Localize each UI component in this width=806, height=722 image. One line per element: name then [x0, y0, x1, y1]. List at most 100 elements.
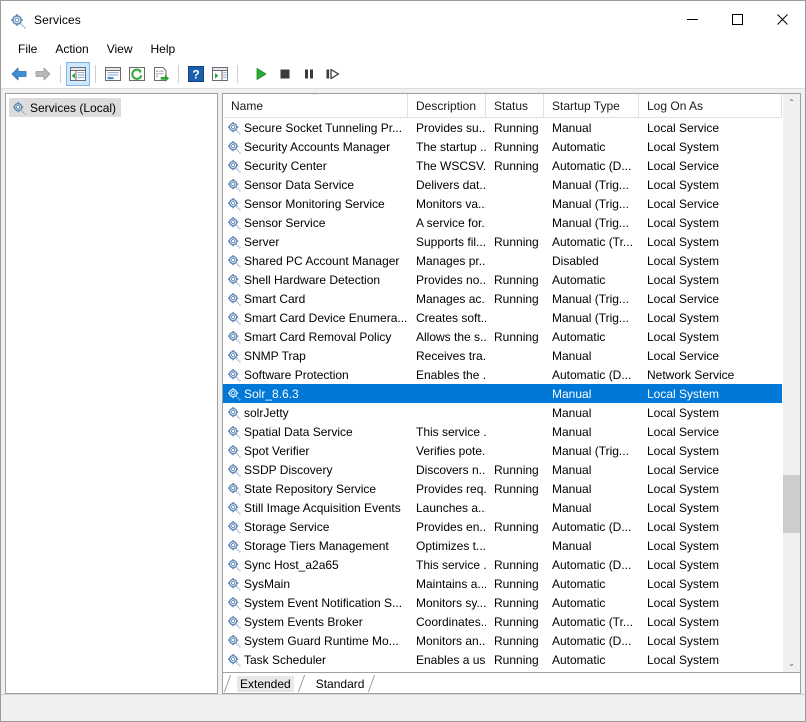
- close-button[interactable]: [760, 1, 805, 38]
- cell-name: SSDP Discovery: [223, 463, 408, 477]
- table-row[interactable]: Security CenterThe WSCSV...RunningAutoma…: [223, 156, 782, 175]
- menu-help[interactable]: Help: [142, 39, 185, 60]
- cell-logon: Local System: [639, 444, 782, 458]
- pause-service-icon[interactable]: [297, 62, 321, 86]
- service-gear-icon: [227, 197, 241, 211]
- menu-action[interactable]: Action: [46, 39, 97, 60]
- start-service-icon[interactable]: [249, 62, 273, 86]
- table-row[interactable]: Task SchedulerEnables a us...RunningAuto…: [223, 650, 782, 669]
- cell-name: solrJetty: [223, 406, 408, 420]
- cell-logon: Local Service: [639, 121, 782, 135]
- cell-status: Running: [486, 463, 544, 477]
- table-row[interactable]: State Repository ServiceProvides req...R…: [223, 479, 782, 498]
- service-gear-icon: [227, 178, 241, 192]
- cell-logon: Local System: [639, 140, 782, 154]
- table-row[interactable]: Solr_8.6.3ManualLocal System: [223, 384, 782, 403]
- show-action-pane-icon[interactable]: [208, 62, 232, 86]
- table-row[interactable]: Sensor ServiceA service for...Manual (Tr…: [223, 213, 782, 232]
- table-row[interactable]: Secure Socket Tunneling Pr...Provides su…: [223, 118, 782, 137]
- table-row[interactable]: Shared PC Account ManagerManages pr...Di…: [223, 251, 782, 270]
- table-row[interactable]: Sync Host_a2a65This service ...RunningAu…: [223, 555, 782, 574]
- vertical-scrollbar[interactable]: ⌃ ⌄: [782, 94, 800, 672]
- help-icon[interactable]: ?: [184, 62, 208, 86]
- service-name-label: State Repository Service: [244, 482, 376, 496]
- cell-description: Manages ac...: [408, 292, 486, 306]
- menu-file[interactable]: File: [9, 39, 46, 60]
- table-row[interactable]: Shell Hardware DetectionProvides no...Ru…: [223, 270, 782, 289]
- cell-logon: Local System: [639, 577, 782, 591]
- service-name-label: Server: [244, 235, 279, 249]
- cell-name: Server: [223, 235, 408, 249]
- cell-logon: Local System: [639, 634, 782, 648]
- table-row[interactable]: Storage ServiceProvides en...RunningAuto…: [223, 517, 782, 536]
- service-name-label: Secure Socket Tunneling Pr...: [244, 121, 402, 135]
- cell-logon: Local Service: [639, 463, 782, 477]
- restart-service-icon[interactable]: [321, 62, 345, 86]
- cell-name: State Repository Service: [223, 482, 408, 496]
- cell-name: Task Scheduler: [223, 653, 408, 667]
- service-gear-icon: [227, 216, 241, 230]
- table-row[interactable]: ServerSupports fil...RunningAutomatic (T…: [223, 232, 782, 251]
- menu-view[interactable]: View: [98, 39, 142, 60]
- cell-name: Shared PC Account Manager: [223, 254, 408, 268]
- service-name-label: Storage Service: [244, 520, 329, 534]
- table-row[interactable]: Security Accounts ManagerThe startup ...…: [223, 137, 782, 156]
- table-row[interactable]: Smart CardManages ac...RunningManual (Tr…: [223, 289, 782, 308]
- scroll-up-button[interactable]: ⌃: [783, 94, 800, 111]
- table-row[interactable]: Sensor Monitoring ServiceMonitors va...M…: [223, 194, 782, 213]
- back-icon[interactable]: [7, 62, 31, 86]
- table-row[interactable]: SNMP TrapReceives tra...ManualLocal Serv…: [223, 346, 782, 365]
- minimize-button[interactable]: [670, 1, 715, 38]
- cell-description: Optimizes t...: [408, 539, 486, 553]
- table-row[interactable]: SSDP DiscoveryDiscovers n...RunningManua…: [223, 460, 782, 479]
- table-row[interactable]: Still Image Acquisition EventsLaunches a…: [223, 498, 782, 517]
- stop-service-icon[interactable]: [273, 62, 297, 86]
- tab-extended[interactable]: Extended: [225, 674, 304, 693]
- table-row[interactable]: Spot VerifierVerifies pote...Manual (Tri…: [223, 441, 782, 460]
- cell-startup: Manual: [544, 463, 639, 477]
- window-controls: [670, 1, 805, 38]
- cell-status: Running: [486, 653, 544, 667]
- service-name-label: Sensor Data Service: [244, 178, 354, 192]
- cell-description: The WSCSV...: [408, 159, 486, 173]
- cell-name: Still Image Acquisition Events: [223, 501, 408, 515]
- table-row[interactable]: solrJettyManualLocal System: [223, 403, 782, 422]
- table-row[interactable]: Sensor Data ServiceDelivers dat...Manual…: [223, 175, 782, 194]
- service-gear-icon: [227, 387, 241, 401]
- cell-name: Smart Card Removal Policy: [223, 330, 408, 344]
- column-header-log-on-as[interactable]: Log On As: [639, 94, 782, 117]
- refresh-icon[interactable]: [125, 62, 149, 86]
- show-hide-console-tree-icon[interactable]: [66, 62, 90, 86]
- scrollbar-thumb[interactable]: [783, 475, 800, 532]
- table-row[interactable]: System Event Notification S...Monitors s…: [223, 593, 782, 612]
- cell-description: Coordinates...: [408, 615, 486, 629]
- cell-startup: Manual (Trig...: [544, 197, 639, 211]
- column-header-name[interactable]: ⌃Name: [223, 94, 408, 117]
- scrollbar-track[interactable]: [783, 111, 800, 655]
- table-row[interactable]: Smart Card Device Enumera...Creates soft…: [223, 308, 782, 327]
- services-window: Services File Action View Help: [0, 0, 806, 722]
- scroll-down-button[interactable]: ⌄: [783, 655, 800, 672]
- table-row[interactable]: System Events BrokerCoordinates...Runnin…: [223, 612, 782, 631]
- cell-startup: Manual (Trig...: [544, 311, 639, 325]
- maximize-button[interactable]: [715, 1, 760, 38]
- tree-node-services-local[interactable]: Services (Local): [9, 98, 121, 117]
- column-header-description[interactable]: Description: [408, 94, 486, 117]
- table-row[interactable]: SysMainMaintains a...RunningAutomaticLoc…: [223, 574, 782, 593]
- table-row[interactable]: Spatial Data ServiceThis service ...Manu…: [223, 422, 782, 441]
- table-row[interactable]: Smart Card Removal PolicyAllows the s...…: [223, 327, 782, 346]
- export-list-icon[interactable]: [149, 62, 173, 86]
- table-row[interactable]: System Guard Runtime Mo...Monitors an...…: [223, 631, 782, 650]
- tab-standard[interactable]: Standard: [304, 674, 375, 693]
- tree-node-label: Services (Local): [30, 101, 116, 115]
- column-header-startup-type[interactable]: Startup Type: [544, 94, 639, 117]
- column-header-label: Status: [494, 99, 528, 113]
- properties-icon[interactable]: [101, 62, 125, 86]
- cell-logon: Local Service: [639, 349, 782, 363]
- toolbar-separator-3: [178, 65, 179, 83]
- forward-icon[interactable]: [31, 62, 55, 86]
- table-row[interactable]: Storage Tiers ManagementOptimizes t...Ma…: [223, 536, 782, 555]
- column-header-status[interactable]: Status: [486, 94, 544, 117]
- table-row[interactable]: Software ProtectionEnables the ...Automa…: [223, 365, 782, 384]
- cell-startup: Automatic: [544, 653, 639, 667]
